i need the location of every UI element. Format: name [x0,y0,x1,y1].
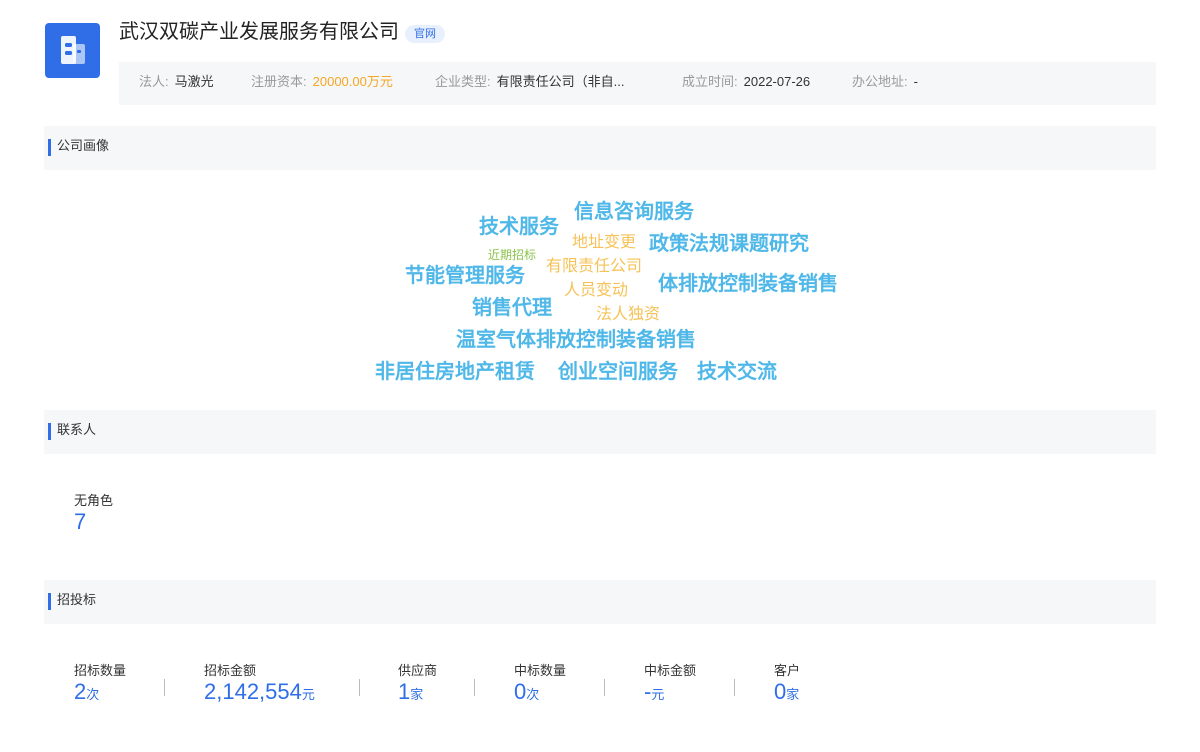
tag-word[interactable]: 节能管理服务 [405,266,525,286]
tag-word[interactable]: 非居住房地产租赁 [375,362,535,382]
legal-rep-field: 法人: 马激光 [139,62,214,102]
stat-value[interactable]: 0 [774,679,786,704]
company-logo [45,23,100,78]
win-count-stat[interactable]: 中标数量 0次 [514,663,566,705]
stat-label: 供应商 [398,663,438,678]
legal-rep-label: 法人: [139,74,169,89]
tag-word[interactable]: 体排放控制装备销售 [658,274,838,294]
tag-word[interactable]: 人员变动 [564,283,628,299]
company-info-bar: 法人: 马激光 注册资本: 20000.00万元 企业类型: 有限责任公司（非自...… [119,62,1156,105]
company-type-label: 企业类型: [435,74,491,89]
tag-word[interactable]: 信息咨询服务 [574,202,694,222]
win-amount-stat[interactable]: 中标金额 -元 [644,663,696,705]
address-field: 办公地址: - [852,62,918,102]
tag-word[interactable]: 技术交流 [697,362,777,382]
capital-field: 注册资本: 20000.00万元 [251,62,393,102]
building-icon [61,36,85,64]
stat-value[interactable]: 2,142,554 [204,679,302,704]
capital-value: 20000.00万元 [312,74,393,89]
official-site-tag[interactable]: 官网 [405,25,445,43]
company-name[interactable]: 武汉双碳产业发展服务有限公司 [119,19,399,45]
legal-rep-value[interactable]: 马激光 [175,74,214,89]
contact-role-label: 无角色 [74,493,114,508]
portrait-section-header: 公司画像 [44,126,1156,170]
stat-unit: 元 [301,687,315,702]
bidding-section-title: 招投标 [57,592,97,607]
portrait-section-title: 公司画像 [57,138,110,153]
stat-unit: 家 [786,687,800,702]
section-accent-bar [48,139,51,156]
stat-label: 招标金额 [204,663,257,678]
contacts-section-title: 联系人 [57,422,97,437]
stat-label: 客户 [774,663,801,678]
bidding-section-header: 招投标 [44,580,1156,624]
section-accent-bar [48,423,51,440]
stat-divider [164,679,165,696]
tag-word[interactable]: 温室气体排放控制装备销售 [456,330,696,350]
stat-unit: 次 [526,687,540,702]
founded-value: 2022-07-26 [743,74,811,89]
contact-role-stat[interactable]: 无角色 7 [74,493,113,535]
stat-value[interactable]: 1 [398,679,410,704]
bid-count-stat[interactable]: 招标数量 2次 [74,663,126,705]
stat-value[interactable]: 0 [514,679,526,704]
stat-unit: 元 [651,687,665,702]
tag-word[interactable]: 地址变更 [572,235,636,251]
tag-word[interactable]: 技术服务 [479,217,559,237]
stat-value[interactable]: 2 [74,679,86,704]
stat-divider [604,679,605,696]
stat-label: 招标数量 [74,663,127,678]
founded-field: 成立时间: 2022-07-26 [682,62,810,102]
stat-label: 中标金额 [644,663,697,678]
bid-amount-stat[interactable]: 招标金额 2,142,554元 [204,663,315,705]
stat-unit: 家 [410,687,424,702]
founded-label: 成立时间: [682,74,738,89]
stat-divider [734,679,735,696]
address-value: - [913,74,918,89]
tag-word[interactable]: 近期招标 [488,249,536,261]
section-accent-bar [48,593,51,610]
company-type-field: 企业类型: 有限责任公司（非自... [435,62,624,102]
address-label: 办公地址: [852,74,908,89]
tag-word[interactable]: 法人独资 [596,307,660,323]
contacts-section-header: 联系人 [44,410,1156,454]
contact-role-count[interactable]: 7 [74,509,86,534]
tag-cloud: 技术服务 信息咨询服务 近期招标 地址变更 政策法规课题研究 节能管理服务 有限… [0,0,1200,752]
tag-word[interactable]: 销售代理 [472,298,552,318]
stat-unit: 次 [86,687,100,702]
company-type-value: 有限责任公司（非自... [496,74,625,89]
supplier-stat[interactable]: 供应商 1家 [398,663,437,705]
tag-word[interactable]: 创业空间服务 [558,362,678,382]
customer-stat[interactable]: 客户 0家 [774,663,800,705]
stat-divider [474,679,475,696]
stat-divider [359,679,360,696]
capital-label: 注册资本: [251,74,307,89]
stat-label: 中标数量 [514,663,567,678]
tag-word[interactable]: 政策法规课题研究 [649,234,809,254]
tag-word[interactable]: 有限责任公司 [546,259,642,275]
